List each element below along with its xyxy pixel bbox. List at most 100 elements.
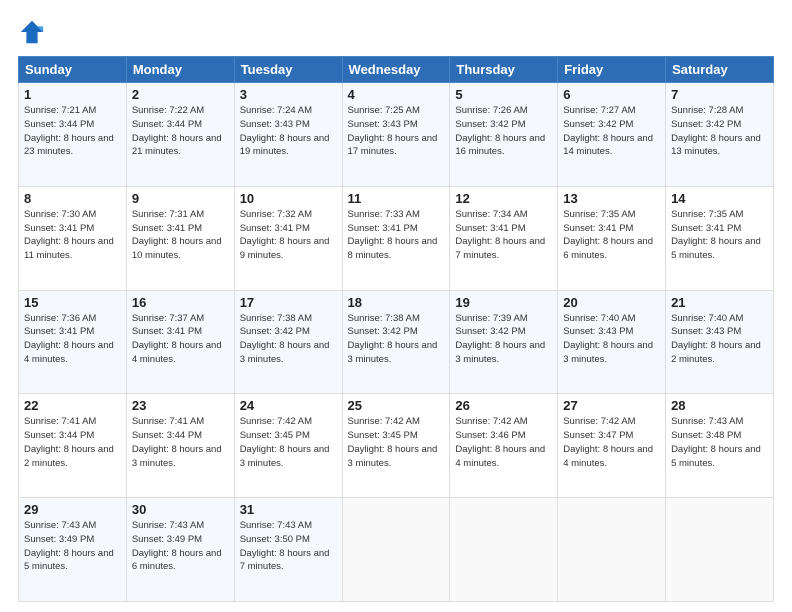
day-number: 21: [671, 295, 768, 310]
cell-info: Sunrise: 7:28 AMSunset: 3:42 PMDaylight:…: [671, 104, 768, 159]
calendar-cell: 22 Sunrise: 7:41 AMSunset: 3:44 PMDayligh…: [19, 394, 127, 498]
calendar-week-row: 29 Sunrise: 7:43 AMSunset: 3:49 PMDayligh…: [19, 498, 774, 602]
calendar-cell: 29 Sunrise: 7:43 AMSunset: 3:49 PMDayligh…: [19, 498, 127, 602]
cell-info: Sunrise: 7:42 AMSunset: 3:45 PMDaylight:…: [240, 415, 337, 470]
calendar-cell: [558, 498, 666, 602]
calendar-header-monday: Monday: [126, 57, 234, 83]
day-number: 3: [240, 87, 337, 102]
day-number: 10: [240, 191, 337, 206]
day-number: 18: [348, 295, 445, 310]
calendar-cell: [666, 498, 774, 602]
day-number: 20: [563, 295, 660, 310]
cell-info: Sunrise: 7:38 AMSunset: 3:42 PMDaylight:…: [240, 312, 337, 367]
calendar-week-row: 22 Sunrise: 7:41 AMSunset: 3:44 PMDayligh…: [19, 394, 774, 498]
calendar-cell: 30Sunrise: 7:43 AMSunset: 3:49 PMDayligh…: [126, 498, 234, 602]
calendar-header-row: SundayMondayTuesdayWednesdayThursdayFrid…: [19, 57, 774, 83]
calendar-cell: [342, 498, 450, 602]
day-number: 31: [240, 502, 337, 517]
cell-info: Sunrise: 7:43 AMSunset: 3:49 PMDaylight:…: [24, 519, 121, 574]
logo-icon: [18, 18, 46, 46]
cell-info: Sunrise: 7:42 AMSunset: 3:46 PMDaylight:…: [455, 415, 552, 470]
cell-info: Sunrise: 7:41 AMSunset: 3:44 PMDaylight:…: [132, 415, 229, 470]
calendar-header-sunday: Sunday: [19, 57, 127, 83]
day-number: 26: [455, 398, 552, 413]
day-number: 12: [455, 191, 552, 206]
day-number: 13: [563, 191, 660, 206]
calendar-cell: 9 Sunrise: 7:31 AMSunset: 3:41 PMDaylight…: [126, 186, 234, 290]
calendar-week-row: 8 Sunrise: 7:30 AMSunset: 3:41 PMDaylight…: [19, 186, 774, 290]
calendar-cell: 10 Sunrise: 7:32 AMSunset: 3:41 PMDayligh…: [234, 186, 342, 290]
calendar-cell: 27 Sunrise: 7:42 AMSunset: 3:47 PMDayligh…: [558, 394, 666, 498]
cell-info: Sunrise: 7:27 AMSunset: 3:42 PMDaylight:…: [563, 104, 660, 159]
calendar-cell: 6Sunrise: 7:27 AMSunset: 3:42 PMDaylight…: [558, 83, 666, 187]
cell-info: Sunrise: 7:35 AMSunset: 3:41 PMDaylight:…: [671, 208, 768, 263]
cell-info: Sunrise: 7:32 AMSunset: 3:41 PMDaylight:…: [240, 208, 337, 263]
day-number: 5: [455, 87, 552, 102]
cell-info: Sunrise: 7:25 AMSunset: 3:43 PMDaylight:…: [348, 104, 445, 159]
calendar-cell: 26 Sunrise: 7:42 AMSunset: 3:46 PMDayligh…: [450, 394, 558, 498]
calendar-cell: 28 Sunrise: 7:43 AMSunset: 3:48 PMDayligh…: [666, 394, 774, 498]
day-number: 29: [24, 502, 121, 517]
calendar-cell: 21Sunrise: 7:40 AMSunset: 3:43 PMDayligh…: [666, 290, 774, 394]
day-number: 11: [348, 191, 445, 206]
calendar-week-row: 1Sunrise: 7:21 AMSunset: 3:44 PMDaylight…: [19, 83, 774, 187]
calendar-header-tuesday: Tuesday: [234, 57, 342, 83]
calendar-cell: 23 Sunrise: 7:41 AMSunset: 3:44 PMDayligh…: [126, 394, 234, 498]
day-number: 22: [24, 398, 121, 413]
day-number: 25: [348, 398, 445, 413]
logo: [18, 18, 50, 46]
calendar-cell: 31 Sunrise: 7:43 AMSunset: 3:50 PMDayligh…: [234, 498, 342, 602]
cell-info: Sunrise: 7:31 AMSunset: 3:41 PMDaylight:…: [132, 208, 229, 263]
cell-info: Sunrise: 7:37 AMSunset: 3:41 PMDaylight:…: [132, 312, 229, 367]
calendar-cell: 15 Sunrise: 7:36 AMSunset: 3:41 PMDayligh…: [19, 290, 127, 394]
cell-info: Sunrise: 7:43 AMSunset: 3:50 PMDaylight:…: [240, 519, 337, 574]
day-number: 30: [132, 502, 229, 517]
calendar-cell: 7 Sunrise: 7:28 AMSunset: 3:42 PMDaylight…: [666, 83, 774, 187]
day-number: 28: [671, 398, 768, 413]
day-number: 1: [24, 87, 121, 102]
day-number: 27: [563, 398, 660, 413]
day-number: 14: [671, 191, 768, 206]
day-number: 9: [132, 191, 229, 206]
cell-info: Sunrise: 7:41 AMSunset: 3:44 PMDaylight:…: [24, 415, 121, 470]
cell-info: Sunrise: 7:42 AMSunset: 3:47 PMDaylight:…: [563, 415, 660, 470]
cell-info: Sunrise: 7:24 AMSunset: 3:43 PMDaylight:…: [240, 104, 337, 159]
cell-info: Sunrise: 7:39 AMSunset: 3:42 PMDaylight:…: [455, 312, 552, 367]
day-number: 4: [348, 87, 445, 102]
calendar-header-thursday: Thursday: [450, 57, 558, 83]
calendar-table: SundayMondayTuesdayWednesdayThursdayFrid…: [18, 56, 774, 602]
calendar-header-wednesday: Wednesday: [342, 57, 450, 83]
day-number: 15: [24, 295, 121, 310]
cell-info: Sunrise: 7:36 AMSunset: 3:41 PMDaylight:…: [24, 312, 121, 367]
calendar-header-friday: Friday: [558, 57, 666, 83]
calendar-cell: 3 Sunrise: 7:24 AMSunset: 3:43 PMDaylight…: [234, 83, 342, 187]
calendar-cell: 17 Sunrise: 7:38 AMSunset: 3:42 PMDayligh…: [234, 290, 342, 394]
day-number: 16: [132, 295, 229, 310]
cell-info: Sunrise: 7:30 AMSunset: 3:41 PMDaylight:…: [24, 208, 121, 263]
cell-info: Sunrise: 7:22 AMSunset: 3:44 PMDaylight:…: [132, 104, 229, 159]
calendar-cell: 20 Sunrise: 7:40 AMSunset: 3:43 PMDayligh…: [558, 290, 666, 394]
calendar-header-saturday: Saturday: [666, 57, 774, 83]
cell-info: Sunrise: 7:42 AMSunset: 3:45 PMDaylight:…: [348, 415, 445, 470]
calendar-cell: 13 Sunrise: 7:35 AMSunset: 3:41 PMDayligh…: [558, 186, 666, 290]
day-number: 8: [24, 191, 121, 206]
calendar-cell: 16 Sunrise: 7:37 AMSunset: 3:41 PMDayligh…: [126, 290, 234, 394]
cell-info: Sunrise: 7:40 AMSunset: 3:43 PMDaylight:…: [563, 312, 660, 367]
day-number: 7: [671, 87, 768, 102]
calendar-cell: 18Sunrise: 7:38 AMSunset: 3:42 PMDayligh…: [342, 290, 450, 394]
cell-info: Sunrise: 7:43 AMSunset: 3:48 PMDaylight:…: [671, 415, 768, 470]
day-number: 19: [455, 295, 552, 310]
day-number: 23: [132, 398, 229, 413]
cell-info: Sunrise: 7:35 AMSunset: 3:41 PMDaylight:…: [563, 208, 660, 263]
calendar-cell: 11 Sunrise: 7:33 AMSunset: 3:41 PMDayligh…: [342, 186, 450, 290]
calendar-cell: 25 Sunrise: 7:42 AMSunset: 3:45 PMDayligh…: [342, 394, 450, 498]
header: [18, 18, 774, 46]
calendar-cell: 2Sunrise: 7:22 AMSunset: 3:44 PMDaylight…: [126, 83, 234, 187]
calendar-cell: 1Sunrise: 7:21 AMSunset: 3:44 PMDaylight…: [19, 83, 127, 187]
day-number: 17: [240, 295, 337, 310]
cell-info: Sunrise: 7:33 AMSunset: 3:41 PMDaylight:…: [348, 208, 445, 263]
calendar-cell: [450, 498, 558, 602]
calendar-week-row: 15 Sunrise: 7:36 AMSunset: 3:41 PMDayligh…: [19, 290, 774, 394]
calendar-cell: 5Sunrise: 7:26 AMSunset: 3:42 PMDaylight…: [450, 83, 558, 187]
calendar-cell: 24Sunrise: 7:42 AMSunset: 3:45 PMDayligh…: [234, 394, 342, 498]
